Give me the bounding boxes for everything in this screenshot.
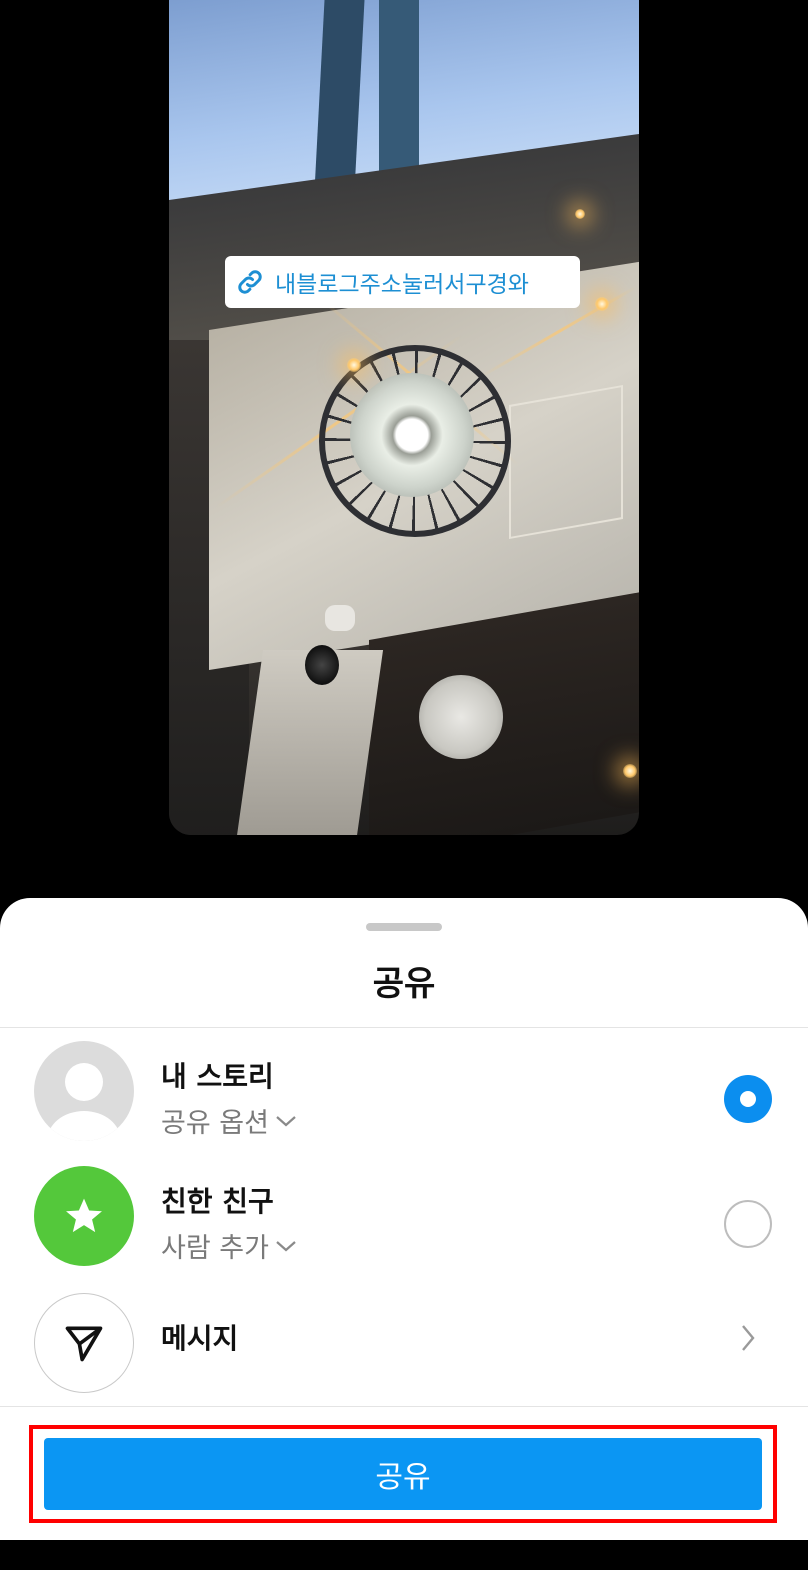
add-people-dropdown[interactable]: 사람 추가 <box>161 1226 297 1265</box>
radio-my-story[interactable] <box>724 1075 772 1123</box>
sheet-drag-handle[interactable] <box>366 923 442 931</box>
security-camera <box>305 645 339 685</box>
link-icon <box>238 270 262 294</box>
option-title: 내 스토리 <box>161 1060 274 1093</box>
message-avatar <box>34 1293 134 1393</box>
share-options-dropdown[interactable]: 공유 옵션 <box>161 1101 297 1140</box>
close-friends-avatar <box>34 1166 134 1266</box>
option-title: 메시지 <box>161 1322 239 1355</box>
option-subtitle: 공유 옵션 <box>161 1108 269 1139</box>
divider <box>0 1406 808 1407</box>
link-sticker-text: 내블로그주소눌러서구경와 <box>275 272 529 298</box>
share-button-highlight: 공유 <box>29 1425 777 1523</box>
ceiling-dome-light <box>419 675 503 759</box>
profile-icon <box>34 1041 134 1141</box>
chevron-down-icon <box>276 1240 296 1251</box>
share-button[interactable]: 공유 <box>44 1438 762 1510</box>
option-close-friends[interactable]: 친한 친구 사람 추가 <box>0 1156 808 1268</box>
navigation-bar <box>0 1540 808 1570</box>
option-message[interactable]: 메시지 <box>0 1283 808 1395</box>
divider <box>0 1027 808 1028</box>
sheet-title: 공유 <box>372 964 436 1004</box>
paper-plane-icon <box>65 1326 103 1362</box>
chevron-right-icon <box>742 1325 755 1351</box>
option-my-story[interactable]: 내 스토리 공유 옵션 <box>0 1031 808 1143</box>
chevron-down-icon <box>276 1115 296 1126</box>
star-icon <box>66 1198 102 1233</box>
link-sticker[interactable]: 내블로그주소눌러서구경와 <box>225 256 580 308</box>
share-sheet: 공유 내 스토리 공유 옵션 친한 친구 사람 추가 메시지 공유 <box>0 898 808 1570</box>
option-subtitle: 사람 추가 <box>161 1233 269 1264</box>
radio-close-friends[interactable] <box>724 1200 772 1248</box>
option-title: 친한 친구 <box>161 1185 274 1218</box>
story-preview <box>169 0 639 835</box>
